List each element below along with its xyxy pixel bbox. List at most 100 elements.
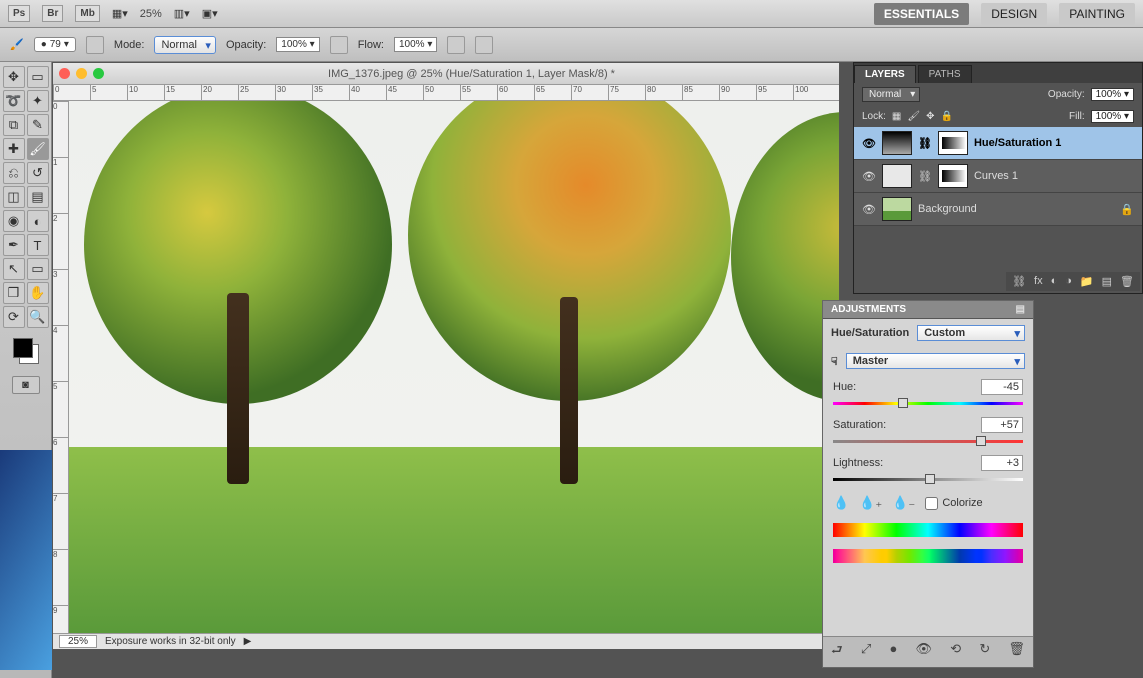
layer-opacity-input[interactable]: 100% ▾ <box>1091 88 1134 101</box>
layer-row[interactable]: 👁 Background 🔒 <box>854 193 1142 226</box>
layer-name[interactable]: Curves 1 <box>974 170 1018 182</box>
saturation-slider[interactable] <box>833 435 1023 447</box>
visibility-icon[interactable]: 👁 <box>862 137 876 150</box>
opacity-pressure-icon[interactable] <box>330 36 348 54</box>
color-swatches[interactable] <box>11 336 41 366</box>
rotate-tool[interactable]: ⟳ <box>3 306 25 328</box>
history-brush-tool[interactable]: ↺ <box>27 162 49 184</box>
brush-panel-icon[interactable] <box>86 36 104 54</box>
layer-name[interactable]: Background <box>918 203 977 215</box>
layer-row[interactable]: 👁 ⛓ Curves 1 <box>854 160 1142 193</box>
mask-thumb[interactable] <box>938 164 968 188</box>
quickmask-toggle[interactable]: ◙ <box>12 376 40 394</box>
delete-layer-icon[interactable]: 🗑 <box>1120 275 1134 288</box>
status-arrow-icon[interactable]: ▶ <box>244 636 252 647</box>
hue-slider[interactable] <box>833 397 1023 409</box>
channel-select[interactable]: Master <box>846 353 1025 369</box>
reset-icon[interactable]: ↻ <box>979 641 990 663</box>
brush-tool[interactable]: 🖌 <box>27 138 49 160</box>
lock-transparent-icon[interactable]: ▦ <box>892 111 901 122</box>
link-icon[interactable]: ⛓ <box>918 137 932 150</box>
canvas[interactable] <box>69 101 839 633</box>
tab-layers[interactable]: LAYERS <box>854 65 916 83</box>
fill-input[interactable]: 100% ▾ <box>1091 110 1134 123</box>
3d-tool[interactable]: ❒ <box>3 282 25 304</box>
marquee-tool[interactable]: ▭ <box>27 66 49 88</box>
shape-tool[interactable]: ▭ <box>27 258 49 280</box>
stamp-tool[interactable]: ⎌ <box>3 162 25 184</box>
layer-name[interactable]: Hue/Saturation 1 <box>974 137 1061 149</box>
layer-thumb[interactable] <box>882 197 912 221</box>
layer-thumb[interactable] <box>882 131 912 155</box>
lock-position-icon[interactable]: ✥ <box>926 111 934 122</box>
eraser-tool[interactable]: ◫ <box>3 186 25 208</box>
lightness-input[interactable]: +3 <box>981 455 1023 471</box>
workspace-painting[interactable]: PAINTING <box>1059 3 1135 25</box>
minimize-window-icon[interactable] <box>76 68 87 79</box>
expand-icon[interactable]: ⤢ <box>861 641 871 663</box>
ruler-horizontal[interactable]: 0510152025303540455055606570758085909510… <box>53 85 839 101</box>
lightness-slider[interactable] <box>833 473 1023 485</box>
move-tool[interactable]: ✥ <box>3 66 25 88</box>
scrubby-icon[interactable]: ☟ <box>831 355 838 368</box>
link-icon[interactable]: ⛓ <box>918 170 932 183</box>
close-window-icon[interactable] <box>59 68 70 79</box>
eyedropper-minus-icon[interactable]: 💧₋ <box>892 495 915 511</box>
blend-mode-select[interactable]: Normal <box>154 36 215 54</box>
hue-range-strip[interactable] <box>833 523 1023 537</box>
zoom-window-icon[interactable] <box>93 68 104 79</box>
arrange-icon[interactable]: ▥▾ <box>174 7 190 20</box>
pen-tool[interactable]: ✒ <box>3 234 25 256</box>
view-extras-icon[interactable]: ▦▾ <box>112 7 128 20</box>
tab-paths[interactable]: PATHS <box>918 65 972 83</box>
lasso-tool[interactable]: ➰ <box>3 90 25 112</box>
screenmode-icon[interactable]: ▣▾ <box>202 7 218 20</box>
back-icon[interactable]: ⮐ <box>831 641 843 663</box>
type-tool[interactable]: T <box>27 234 49 256</box>
layer-blendmode-select[interactable]: Normal <box>862 87 920 102</box>
hand-tool[interactable]: ✋ <box>27 282 49 304</box>
visibility-icon[interactable]: 👁 <box>862 203 876 216</box>
panel-menu-icon[interactable]: ▤ <box>1016 304 1025 315</box>
eyedropper-icon[interactable]: 💧 <box>833 495 849 511</box>
trash-icon[interactable]: 🗑 <box>1008 641 1025 663</box>
layer-thumb[interactable] <box>882 164 912 188</box>
eyedropper-tool[interactable]: ✎ <box>27 114 49 136</box>
path-tool[interactable]: ↖ <box>3 258 25 280</box>
workspace-essentials[interactable]: ESSENTIALS <box>874 3 969 25</box>
workspace-design[interactable]: DESIGN <box>981 3 1047 25</box>
lock-all-icon[interactable]: 🔒 <box>940 111 952 122</box>
document-titlebar[interactable]: IMG_1376.jpeg @ 25% (Hue/Saturation 1, L… <box>53 63 839 85</box>
tablet-pressure-icon[interactable] <box>475 36 493 54</box>
toggle-visibility-icon[interactable]: 👁 <box>916 641 933 663</box>
zoom-level[interactable]: 25% <box>140 8 162 20</box>
clip-icon[interactable]: ● <box>889 641 897 663</box>
opacity-input[interactable]: 100% ▾ <box>276 37 319 52</box>
colorize-checkbox[interactable]: Colorize <box>925 497 982 510</box>
gradient-tool[interactable]: ▤ <box>27 186 49 208</box>
hue-input[interactable]: -45 <box>981 379 1023 395</box>
mask-icon[interactable]: ◐ <box>1051 275 1058 288</box>
adjustments-tab[interactable]: ADJUSTMENTS <box>831 304 906 315</box>
crop-tool[interactable]: ⧉ <box>3 114 25 136</box>
flow-input[interactable]: 100% ▾ <box>394 37 437 52</box>
bridge-icon[interactable]: Br <box>42 5 63 22</box>
brush-preset[interactable]: ● 79 ▾ <box>34 37 76 52</box>
healing-tool[interactable]: ✚ <box>3 138 25 160</box>
visibility-icon[interactable]: 👁 <box>862 170 876 183</box>
group-icon[interactable]: 📁 <box>1080 275 1094 288</box>
lock-pixels-icon[interactable]: 🖌 <box>907 111 920 122</box>
layer-row[interactable]: 👁 ⛓ Hue/Saturation 1 <box>854 127 1142 160</box>
adjustment-icon[interactable]: ◑ <box>1065 275 1072 288</box>
blur-tool[interactable]: ◉ <box>3 210 25 232</box>
quickselect-tool[interactable]: ✦ <box>27 90 49 112</box>
zoom-tool[interactable]: 🔍 <box>27 306 49 328</box>
minibridge-icon[interactable]: Mb <box>75 5 99 22</box>
previous-state-icon[interactable]: ⟲ <box>950 641 961 663</box>
status-info[interactable]: Exposure works in 32-bit only <box>105 636 236 647</box>
brush-tool-icon[interactable]: 🖌️ <box>10 38 24 51</box>
preset-select[interactable]: Custom <box>917 325 1025 341</box>
saturation-input[interactable]: +57 <box>981 417 1023 433</box>
hue-range-strip-shifted[interactable] <box>833 549 1023 563</box>
dodge-tool[interactable]: ◐ <box>27 210 49 232</box>
